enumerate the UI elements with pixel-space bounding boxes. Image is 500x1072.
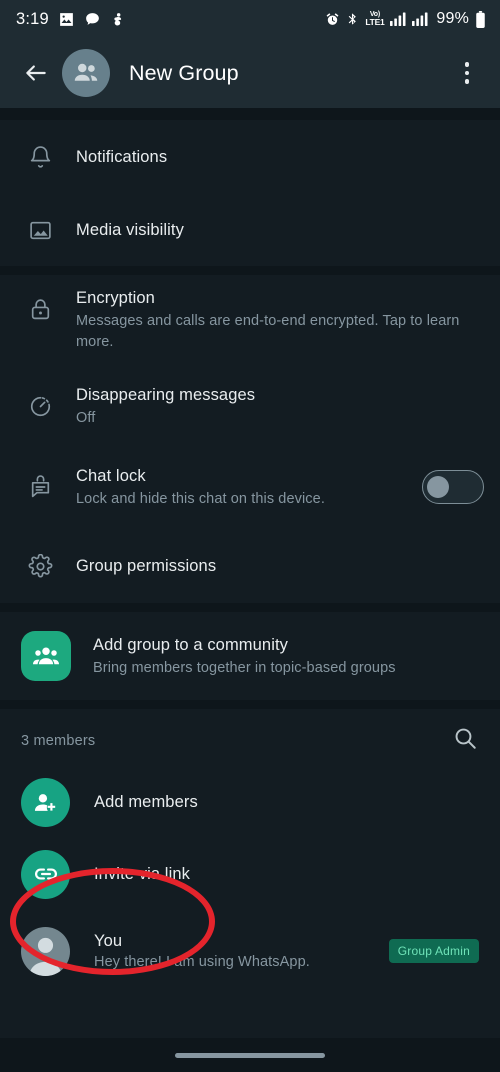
row-subtitle: Lock and hide this chat on this device. — [76, 490, 325, 507]
section-divider — [0, 266, 500, 275]
person-avatar-icon — [21, 926, 70, 976]
row-encryption[interactable]: Encryption Messages and calls are end-to… — [0, 275, 500, 367]
alarm-icon — [325, 12, 340, 27]
member-name: You — [94, 932, 123, 950]
row-member-you[interactable]: You Hey there! I am using WhatsApp. Grou… — [0, 910, 500, 992]
row-encryption-text: Encryption Messages and calls are end-to… — [64, 287, 484, 352]
row-subtitle: Messages and calls are end-to-end encryp… — [76, 313, 460, 350]
app-icon — [110, 11, 126, 28]
row-title: Chat lock — [76, 466, 146, 485]
row-title: Media visibility — [76, 220, 184, 239]
row-chat-lock[interactable]: Chat lock Lock and hide this chat on thi… — [0, 445, 500, 529]
row-subtitle: Bring members together in topic-based gr… — [93, 659, 396, 676]
row-title: Disappearing messages — [76, 385, 256, 404]
toggle-knob — [427, 476, 449, 498]
members-count-label: 3 members — [21, 732, 96, 749]
signal-bars-1-icon — [390, 12, 406, 26]
chat-bubble-icon — [84, 11, 101, 28]
bluetooth-icon — [346, 11, 359, 27]
bell-icon — [16, 145, 64, 170]
row-title: Notifications — [76, 147, 168, 166]
row-invite-via-link-text: Invite via link — [70, 865, 479, 884]
gear-icon — [16, 553, 64, 579]
settings-section-privacy: Encryption Messages and calls are end-to… — [0, 275, 500, 603]
row-community-text: Add group to a community Bring members t… — [71, 634, 484, 679]
status-bar-clock: 3:19 — [16, 9, 49, 28]
members-section: 3 members Add members Invite via link Yo… — [0, 709, 500, 1012]
back-arrow-icon[interactable] — [14, 51, 58, 95]
row-group-permissions-text: Group permissions — [64, 555, 484, 577]
add-member-icon — [21, 777, 70, 827]
row-notifications[interactable]: Notifications — [0, 120, 500, 194]
members-header: 3 members — [0, 709, 500, 766]
row-add-group-to-community[interactable]: Add group to a community Bring members t… — [0, 612, 500, 700]
row-chat-lock-text: Chat lock Lock and hide this chat on thi… — [64, 465, 414, 510]
settings-section-community: Add group to a community Bring members t… — [0, 612, 500, 700]
app-bar: New Group — [0, 38, 500, 108]
status-bar-left: 3:19 — [16, 10, 126, 29]
search-icon[interactable] — [452, 725, 478, 756]
row-title: Group permissions — [76, 556, 217, 575]
photo-icon — [58, 11, 75, 28]
link-icon — [21, 849, 70, 899]
status-badge: Group Admin — [388, 939, 479, 963]
row-disappearing-messages-text: Disappearing messages Off — [64, 384, 484, 429]
row-title: Add members — [94, 792, 198, 811]
row-add-members[interactable]: Add members — [0, 766, 500, 838]
row-disappearing-messages[interactable]: Disappearing messages Off — [0, 367, 500, 445]
row-invite-via-link[interactable]: Invite via link — [0, 838, 500, 910]
section-divider — [0, 603, 500, 612]
timer-icon — [16, 394, 64, 419]
chat-lock-toggle[interactable] — [422, 470, 484, 504]
volte-icon: Vo) LTE1 — [365, 11, 385, 28]
system-navigation-bar — [0, 1038, 500, 1072]
page-title: New Group — [129, 60, 239, 85]
section-divider — [0, 700, 500, 709]
group-avatar-icon[interactable] — [62, 49, 110, 97]
battery-icon — [475, 10, 486, 28]
row-member-you-text: You Hey there! I am using WhatsApp. — [70, 932, 389, 970]
status-bar: 3:19 Vo) LTE1 99% — [0, 0, 500, 38]
row-subtitle: Off — [76, 409, 96, 426]
battery-percent-label: 99% — [436, 10, 469, 27]
row-title: Add group to a community — [93, 635, 289, 654]
row-title: Encryption — [76, 289, 155, 307]
community-icon — [21, 631, 71, 681]
status-bar-right: Vo) LTE1 99% — [325, 10, 486, 28]
members-bottom-spacer — [0, 992, 500, 1012]
whatsapp-group-info-screen: 3:19 Vo) LTE1 99% New Group Notification… — [0, 0, 500, 1072]
app-bar-shadow-gap — [0, 108, 500, 120]
lock-icon — [16, 287, 64, 322]
row-notifications-text: Notifications — [64, 146, 484, 168]
settings-section-general: Notifications Media visibility — [0, 120, 500, 266]
row-add-members-text: Add members — [70, 793, 479, 812]
row-title: Invite via link — [94, 864, 190, 883]
row-group-permissions[interactable]: Group permissions — [0, 529, 500, 603]
overflow-menu-icon[interactable] — [452, 51, 482, 95]
row-media-visibility[interactable]: Media visibility — [0, 194, 500, 266]
home-gesture-handle[interactable] — [175, 1052, 325, 1058]
member-status: Hey there! I am using WhatsApp. — [94, 954, 310, 970]
chat-lock-icon — [16, 474, 64, 500]
row-media-visibility-text: Media visibility — [64, 219, 484, 241]
signal-bars-2-icon — [412, 12, 428, 26]
image-icon — [16, 218, 64, 243]
